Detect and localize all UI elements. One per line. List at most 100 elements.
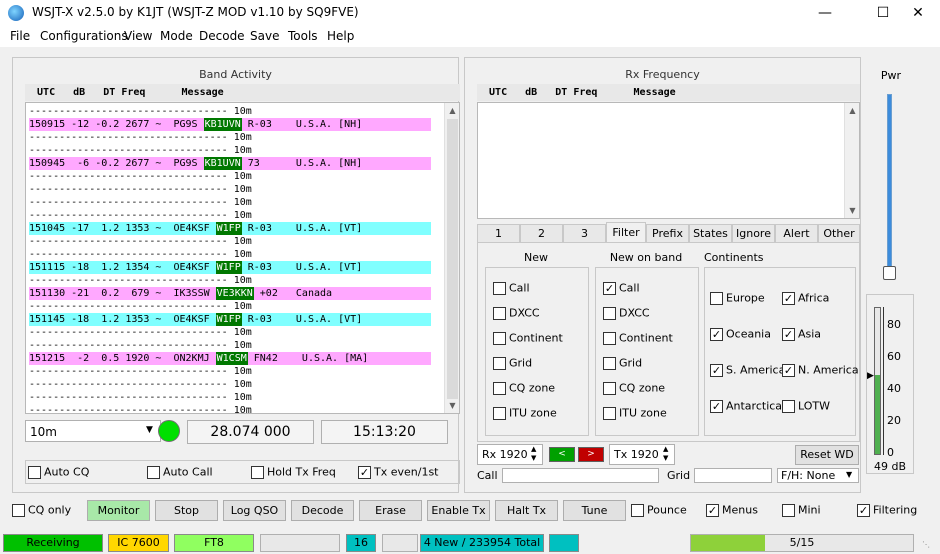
checkbox-box[interactable]: ✓ <box>603 281 616 295</box>
band-activity-line[interactable]: --------------------------------- 10m <box>29 391 431 404</box>
scroll-down-icon[interactable]: ▼ <box>445 398 459 413</box>
continents-checkbox[interactable]: ✓ Asia <box>782 327 821 341</box>
menu-view[interactable]: View <box>124 29 152 43</box>
tab-3[interactable]: 3 <box>563 224 606 243</box>
tab-prefix[interactable]: Prefix <box>646 224 689 243</box>
tx-even-checkbox[interactable]: ✓ Tx even/1st <box>358 465 439 479</box>
new-on_band-checkbox[interactable]: DXCC <box>603 306 650 320</box>
grid-input[interactable] <box>694 468 772 483</box>
checkbox-box[interactable] <box>782 399 795 413</box>
pwr-slider-handle[interactable] <box>883 266 896 280</box>
tx-frequency-spinbox[interactable]: Tx 1920 ▲ ▼ <box>609 444 675 465</box>
log-qso-button[interactable]: Log QSO <box>223 500 286 521</box>
new-checkbox[interactable]: ITU zone <box>493 406 557 420</box>
pounce-checkbox[interactable]: Pounce <box>631 503 687 517</box>
new-checkbox[interactable]: Call <box>493 281 530 295</box>
band-select[interactable]: 10m ▼ <box>25 420 161 442</box>
filtering-box[interactable]: ✓ <box>857 503 870 517</box>
hold-tx-freq-box[interactable] <box>251 465 264 479</box>
band-activity-text[interactable]: --------------------------------- 10m 150… <box>25 102 460 414</box>
menus-checkbox[interactable]: ✓ Menus <box>706 503 758 517</box>
close-icon[interactable]: ✕ <box>895 0 940 27</box>
band-activity-line[interactable]: --------------------------------- 10m <box>29 105 431 118</box>
checkbox-box[interactable]: ✓ <box>710 327 723 341</box>
reset-wd-button[interactable]: Reset WD <box>795 445 859 465</box>
checkbox-box[interactable]: ✓ <box>782 327 795 341</box>
menu-mode[interactable]: Mode <box>160 29 193 43</box>
checkbox-box[interactable] <box>493 331 506 345</box>
spin-arrows-icon[interactable]: ▲ ▼ <box>663 445 668 463</box>
band-activity-line[interactable]: --------------------------------- 10m <box>29 365 431 378</box>
new-checkbox[interactable]: CQ zone <box>493 381 555 395</box>
checkbox-box[interactable] <box>603 381 616 395</box>
copy-rx-to-tx-button[interactable]: < <box>549 447 575 462</box>
scroll-up-icon[interactable]: ▲ <box>845 103 859 118</box>
band-activity-line[interactable]: 150915 -12 -0.2 2677 ~ PG9S KB1UVN R-03 … <box>29 118 431 131</box>
checkbox-box[interactable] <box>493 281 506 295</box>
tune-button[interactable]: Tune <box>563 500 626 521</box>
scroll-down-icon[interactable]: ▼ <box>845 203 859 218</box>
new-on_band-checkbox[interactable]: CQ zone <box>603 381 665 395</box>
continents-checkbox[interactable]: Europe <box>710 291 765 305</box>
checkbox-box[interactable] <box>493 306 506 320</box>
menus-box[interactable]: ✓ <box>706 503 719 517</box>
menu-configurations[interactable]: Configurations <box>40 29 128 43</box>
halt-tx-button[interactable]: Halt Tx <box>495 500 558 521</box>
fh-select[interactable]: F/H: None ▼ <box>777 468 859 483</box>
band-activity-line[interactable]: --------------------------------- 10m <box>29 339 431 352</box>
tab-states[interactable]: States <box>689 224 732 243</box>
new-on_band-checkbox[interactable]: ✓ Call <box>603 281 640 295</box>
resize-grip-icon[interactable]: ⋱ <box>922 540 934 552</box>
continents-checkbox[interactable]: LOTW <box>782 399 830 413</box>
tab-1[interactable]: 1 <box>477 224 520 243</box>
auto-cq-box[interactable] <box>28 465 41 479</box>
checkbox-box[interactable] <box>493 381 506 395</box>
new-checkbox[interactable]: Grid <box>493 356 532 370</box>
stop-button[interactable]: Stop <box>155 500 218 521</box>
band-activity-line[interactable]: --------------------------------- 10m <box>29 209 431 222</box>
checkbox-box[interactable] <box>603 406 616 420</box>
checkbox-box[interactable]: ✓ <box>710 363 723 377</box>
menu-save[interactable]: Save <box>250 29 279 43</box>
continents-checkbox[interactable]: ✓ N. America <box>782 363 859 377</box>
band-activity-line[interactable]: --------------------------------- 10m <box>29 196 431 209</box>
checkbox-box[interactable]: ✓ <box>782 363 795 377</box>
checkbox-box[interactable] <box>603 356 616 370</box>
spin-arrows-icon[interactable]: ▲ ▼ <box>531 445 536 463</box>
pounce-box[interactable] <box>631 503 644 517</box>
checkbox-box[interactable]: ✓ <box>782 291 795 305</box>
band-activity-line[interactable]: --------------------------------- 10m <box>29 144 431 157</box>
band-activity-line[interactable]: --------------------------------- 10m <box>29 183 431 196</box>
copy-tx-to-rx-button[interactable]: > <box>578 447 604 462</box>
checkbox-box[interactable] <box>603 306 616 320</box>
band-activity-line[interactable]: 151115 -18 1.2 1354 ~ OE4KSF W1FP R-03 U… <box>29 261 431 274</box>
menu-tools[interactable]: Tools <box>288 29 318 43</box>
scroll-up-icon[interactable]: ▲ <box>445 103 459 118</box>
checkbox-box[interactable] <box>603 331 616 345</box>
tx-even-box[interactable]: ✓ <box>358 465 371 479</box>
band-activity-line[interactable]: --------------------------------- 10m <box>29 235 431 248</box>
erase-button[interactable]: Erase <box>359 500 422 521</box>
band-activity-line[interactable]: --------------------------------- 10m <box>29 170 431 183</box>
menu-help[interactable]: Help <box>327 29 354 43</box>
band-activity-line[interactable]: 150945 -6 -0.2 2677 ~ PG9S KB1UVN 73 U.S… <box>29 157 431 170</box>
band-activity-line[interactable]: --------------------------------- 10m <box>29 300 431 313</box>
tab-alert[interactable]: Alert <box>775 224 818 243</box>
band-activity-line[interactable]: 151130 -21 0.2 679 ~ IK3SSW VE3KKN +02 C… <box>29 287 431 300</box>
filtering-checkbox[interactable]: ✓ Filtering <box>857 503 917 517</box>
hold-tx-freq-checkbox[interactable]: Hold Tx Freq <box>251 465 336 479</box>
tab-2[interactable]: 2 <box>520 224 563 243</box>
tab-ignore[interactable]: Ignore <box>732 224 775 243</box>
continents-checkbox[interactable]: ✓ Africa <box>782 291 829 305</box>
band-activity-line[interactable]: --------------------------------- 10m <box>29 131 431 144</box>
cq-only-box[interactable] <box>12 503 25 517</box>
new-checkbox[interactable]: Continent <box>493 331 563 345</box>
band-activity-line[interactable]: --------------------------------- 10m <box>29 248 431 261</box>
pwr-slider-track[interactable] <box>887 94 892 271</box>
enable-tx-button[interactable]: Enable Tx <box>427 500 490 521</box>
checkbox-box[interactable]: ✓ <box>710 399 723 413</box>
cq-only-checkbox[interactable]: CQ only <box>12 503 71 517</box>
rx-frequency-text[interactable]: ▲ ▼ <box>477 102 860 219</box>
new-checkbox[interactable]: DXCC <box>493 306 540 320</box>
auto-call-checkbox[interactable]: Auto Call <box>147 465 213 479</box>
